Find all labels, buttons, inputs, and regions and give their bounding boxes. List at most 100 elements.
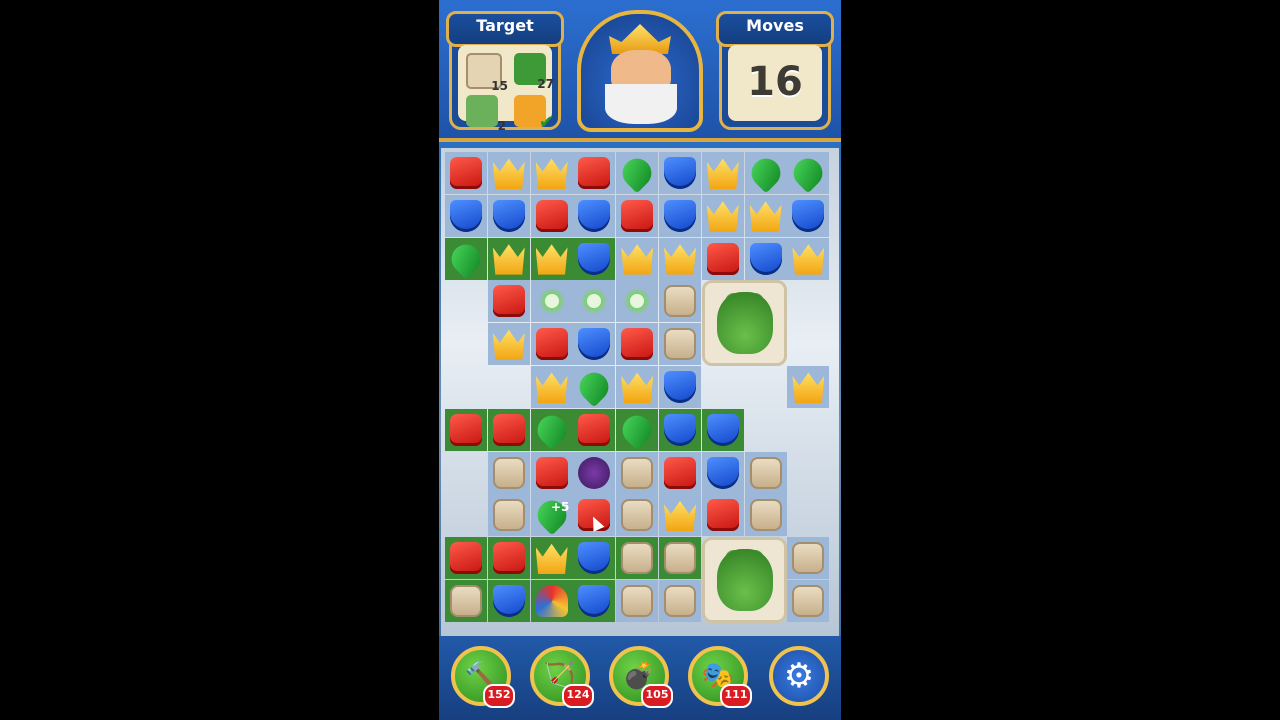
board-cell[interactable] xyxy=(744,237,787,280)
bag-piece[interactable] xyxy=(621,585,654,617)
board-cell[interactable] xyxy=(445,152,487,194)
red-piece[interactable] xyxy=(578,157,611,189)
board-cell[interactable] xyxy=(616,580,659,622)
sprout-piece[interactable] xyxy=(578,285,611,318)
arrow-booster-button[interactable]: 🏹 124 xyxy=(530,646,594,708)
crown-piece[interactable] xyxy=(792,372,825,403)
board-cell[interactable] xyxy=(445,580,487,622)
board-cell[interactable] xyxy=(701,494,744,537)
board-cell[interactable] xyxy=(530,323,573,366)
board-cell[interactable] xyxy=(659,537,701,580)
blue-piece[interactable] xyxy=(578,199,611,232)
red-piece[interactable] xyxy=(535,199,568,232)
bag-piece[interactable] xyxy=(621,456,654,489)
blue-piece[interactable] xyxy=(492,199,525,232)
red-piece[interactable] xyxy=(664,456,696,489)
board-cell[interactable] xyxy=(787,366,830,408)
board-cell[interactable] xyxy=(616,194,659,237)
board-cell[interactable] xyxy=(487,537,530,580)
board-cell[interactable] xyxy=(573,408,616,451)
green-piece[interactable] xyxy=(616,152,658,194)
crown-piece[interactable] xyxy=(621,372,654,403)
crown-piece[interactable] xyxy=(535,543,568,575)
red-piece[interactable] xyxy=(706,499,739,532)
bag-piece[interactable] xyxy=(664,585,696,617)
board-cell[interactable] xyxy=(530,408,573,451)
crown-piece[interactable] xyxy=(535,372,568,403)
blue-piece[interactable] xyxy=(749,242,782,275)
board-cell[interactable] xyxy=(487,194,530,237)
board-cell[interactable] xyxy=(573,451,616,494)
crown-piece[interactable] xyxy=(749,201,782,232)
bomb-piece[interactable] xyxy=(578,456,611,489)
red-piece[interactable] xyxy=(450,413,482,446)
crown-piece[interactable] xyxy=(664,244,696,275)
red-piece[interactable] xyxy=(578,413,611,446)
board-cell[interactable] xyxy=(530,237,573,280)
red-piece[interactable] xyxy=(450,157,482,189)
board-cell[interactable] xyxy=(659,494,701,537)
bag-piece[interactable] xyxy=(621,542,654,575)
board-cell[interactable] xyxy=(701,451,744,494)
board-cell[interactable] xyxy=(616,494,659,537)
bag-piece[interactable] xyxy=(450,585,482,617)
board-cell[interactable] xyxy=(487,237,530,280)
board-cell[interactable] xyxy=(487,580,530,622)
board-cell[interactable] xyxy=(487,152,530,194)
bag-piece[interactable] xyxy=(621,499,654,532)
board-cell[interactable] xyxy=(744,451,787,494)
board-cell[interactable] xyxy=(530,580,573,622)
crown-piece[interactable] xyxy=(492,329,525,361)
board-cell[interactable] xyxy=(701,152,744,194)
blue-piece[interactable] xyxy=(792,199,825,232)
board-cell[interactable] xyxy=(445,537,487,580)
blue-piece[interactable] xyxy=(492,585,525,617)
board-cell[interactable] xyxy=(744,494,787,537)
bag-piece[interactable] xyxy=(792,542,825,575)
green-piece[interactable] xyxy=(531,409,572,451)
board-cell[interactable] xyxy=(573,537,616,580)
green-piece[interactable] xyxy=(445,238,487,279)
board-cell[interactable] xyxy=(616,451,659,494)
game-board[interactable] xyxy=(441,148,839,636)
crown-piece[interactable] xyxy=(492,158,525,189)
board-cell[interactable] xyxy=(787,580,830,622)
crown-piece[interactable] xyxy=(706,158,739,189)
board-cell[interactable] xyxy=(787,237,830,280)
board-cell[interactable] xyxy=(659,280,701,323)
board-cell[interactable] xyxy=(701,408,744,451)
board-cell[interactable] xyxy=(573,280,616,323)
board-cell[interactable] xyxy=(530,451,573,494)
board-cell[interactable] xyxy=(787,152,830,194)
board-cell[interactable] xyxy=(487,280,530,323)
bag-piece[interactable] xyxy=(664,542,696,575)
red-piece[interactable] xyxy=(450,542,482,575)
blue-piece[interactable] xyxy=(578,242,611,275)
red-piece[interactable] xyxy=(492,285,525,318)
sprout-piece[interactable] xyxy=(535,285,568,318)
red-piece[interactable] xyxy=(621,199,654,232)
board-cell[interactable] xyxy=(659,451,701,494)
blue-piece[interactable] xyxy=(706,413,739,446)
board-cell[interactable] xyxy=(573,194,616,237)
board-cell[interactable] xyxy=(659,323,701,366)
bag-piece[interactable] xyxy=(492,499,525,532)
green-piece[interactable] xyxy=(616,409,658,451)
hammer-booster-button[interactable]: 🔨 152 xyxy=(451,646,515,708)
board-cell[interactable] xyxy=(701,237,744,280)
red-piece[interactable] xyxy=(492,413,525,446)
board-cell[interactable] xyxy=(573,323,616,366)
board-cell[interactable] xyxy=(573,152,616,194)
board-cell[interactable] xyxy=(445,194,487,237)
crown-piece[interactable] xyxy=(535,244,568,275)
board-cell[interactable] xyxy=(530,194,573,237)
board-cell[interactable] xyxy=(744,194,787,237)
board-cell[interactable] xyxy=(616,323,659,366)
board-cell[interactable] xyxy=(616,366,659,408)
board-cell[interactable] xyxy=(659,580,701,622)
blue-piece[interactable] xyxy=(664,371,696,403)
board-cell[interactable] xyxy=(530,152,573,194)
board-cell[interactable] xyxy=(659,194,701,237)
bag-piece[interactable] xyxy=(792,585,825,617)
green-piece[interactable] xyxy=(788,152,829,194)
